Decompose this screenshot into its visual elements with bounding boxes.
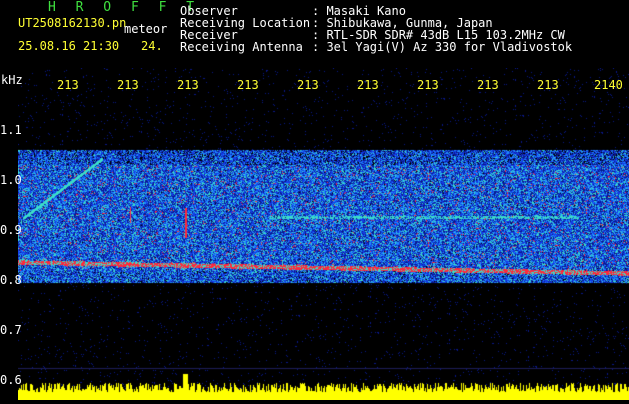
x-tick-label: 213	[297, 78, 319, 92]
spectrogram-canvas	[18, 68, 629, 400]
y-tick-label: 1.0	[0, 173, 22, 187]
y-tick-label: 1.1	[0, 123, 22, 137]
mode-label: meteor	[124, 22, 168, 36]
antenna-value: : 3el Yagi(V) Az 330 for Vladivostok	[312, 40, 573, 54]
x-tick-label: 213	[117, 78, 139, 92]
x-tick-label: 213	[537, 78, 559, 92]
x-tick-label: 213	[417, 78, 439, 92]
unit-label: kHz	[1, 73, 23, 87]
antenna-label: Receiving Antenna	[180, 40, 303, 54]
datetime-label: 25.08.16 21:30	[18, 39, 120, 53]
y-tick-label: 0.6	[0, 373, 22, 387]
filename-label: UT2508162130.pn	[18, 16, 127, 30]
x-tick-label: 213	[57, 78, 79, 92]
app-title: H R O F F T	[48, 0, 201, 15]
spectrogram-plot[interactable]	[18, 68, 629, 400]
x-tick-label: 2140	[594, 78, 623, 92]
step-label: 24.	[141, 39, 163, 53]
y-tick-label: 0.7	[0, 323, 22, 337]
x-tick-label: 213	[237, 78, 259, 92]
y-tick-label: 0.9	[0, 223, 22, 237]
x-tick-label: 213	[477, 78, 499, 92]
y-tick-label: 0.8	[0, 273, 22, 287]
x-tick-label: 213	[357, 78, 379, 92]
x-tick-label: 213	[177, 78, 199, 92]
